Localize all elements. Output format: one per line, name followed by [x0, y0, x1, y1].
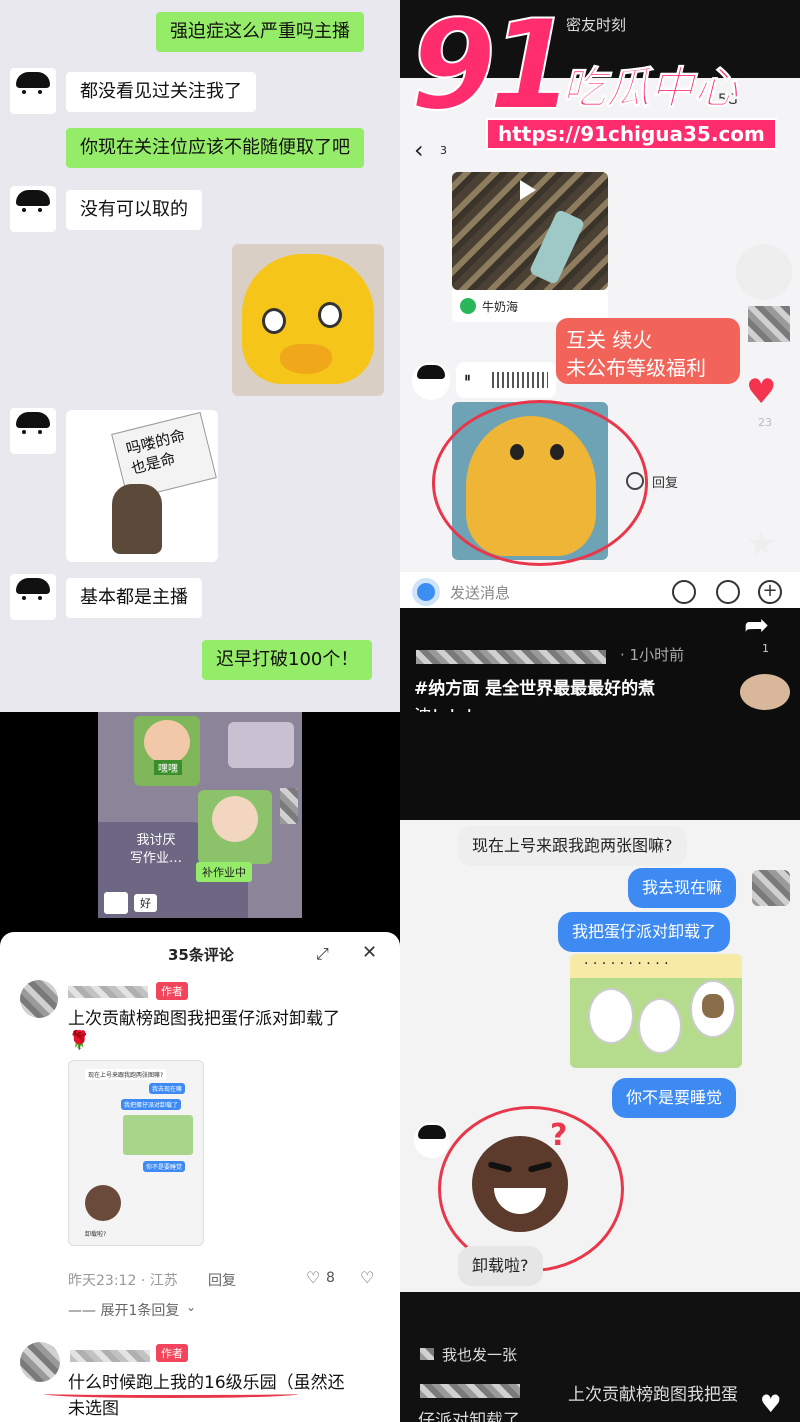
author-badge: 作者 — [156, 982, 188, 1000]
back-arrow-icon[interactable]: ‹ — [414, 136, 424, 164]
message-bubble: 都没看见过关注我了 — [66, 72, 256, 112]
sticker-label-3: 补作业中 — [196, 862, 252, 882]
avatar[interactable] — [412, 362, 450, 400]
blue-chat-panel: 现在上号来跟我跑两张图嘛? 我去现在嘛 我把蛋仔派对卸载了 · · · · · … — [400, 820, 800, 1292]
avatar[interactable] — [10, 408, 56, 454]
waveform — [492, 372, 548, 388]
like-icon[interactable]: ♡ — [306, 1268, 320, 1287]
pixelated-avatar[interactable] — [748, 306, 790, 342]
reply-button[interactable]: 回复 — [652, 472, 678, 491]
message-bubble: 我去现在嘛 — [628, 868, 737, 908]
post-time: · 1小时前 — [620, 646, 685, 664]
top-title[interactable]: 密友时刻 — [566, 14, 626, 35]
footer-caption-continued: 仔派对卸载了 — [418, 1411, 520, 1422]
avatar[interactable] — [414, 1122, 450, 1158]
expand-icon[interactable]: ⤢ — [316, 944, 329, 964]
comment-meta: 昨天23:12 · 江苏 — [68, 1273, 178, 1289]
unread-count: 3 — [440, 144, 447, 157]
emoji-icon[interactable] — [716, 580, 740, 604]
comment-text-continued: 未选图 — [68, 1399, 119, 1419]
comment-text: 上次贡献榜跑图我把蛋仔派对卸载了 — [68, 1009, 340, 1029]
avatar[interactable] — [10, 186, 56, 232]
dark-footer-panel: 我也发一张 上次贡献榜跑图我把蛋 仔派对卸载了 ♥ — [400, 1292, 800, 1422]
expand-replies-button[interactable]: —— 展开1条回复 — [68, 1300, 179, 1320]
avatar[interactable] — [10, 68, 56, 114]
blurred-username — [420, 1348, 434, 1360]
pause-icon[interactable]: ⏸ — [464, 370, 471, 386]
plus-icon[interactable]: + — [758, 580, 782, 604]
footer-caption: 上次贡献榜跑图我把蛋 — [568, 1385, 738, 1405]
reaction-icon[interactable] — [626, 472, 644, 490]
blurred-username — [70, 1350, 150, 1362]
comments-sheet: 35条评论 ⤢ ✕ 作者 上次贡献榜跑图我把蛋仔派对卸载了 🌹 现在上号来跟我跑… — [0, 932, 400, 1422]
location-pin-icon — [460, 298, 476, 314]
red-bubble-line1: 互关 续火 — [566, 328, 653, 352]
red-circle-annotation — [432, 400, 648, 566]
camera-icon[interactable] — [412, 578, 440, 606]
close-icon[interactable]: ✕ — [362, 942, 377, 963]
blurred-username — [420, 1384, 520, 1398]
author-avatar[interactable] — [740, 674, 790, 710]
watermark-brand: 吃瓜中心 — [562, 63, 739, 115]
red-bubble-line2: 未公布等级福利 — [566, 356, 706, 380]
star-icon[interactable]: ★ — [746, 524, 776, 564]
message-bubble: 你不是要睡觉 — [612, 1078, 737, 1118]
pixelated-avatar[interactable] — [752, 870, 790, 906]
blurred-username — [416, 650, 606, 664]
footer-message: 我也发一张 — [442, 1346, 518, 1364]
location-tag[interactable]: 牛奶海 — [482, 298, 518, 315]
commenter-avatar[interactable] — [20, 980, 58, 1018]
like-count: 8 — [326, 1270, 335, 1286]
message-bubble: 现在上号来跟我跑两张图嘛? — [458, 826, 687, 866]
like-count: 23 — [758, 416, 772, 429]
sticker-collage-panel: 嘿嘿 我讨厌 写作业… 补作业中 好 — [0, 712, 400, 932]
rose-icon: 🌹 — [68, 1030, 91, 1051]
share-icon[interactable]: ➦ — [744, 608, 769, 643]
post-caption-continued: 波！！！ — [414, 702, 482, 712]
post-caption: #纳方面 是全世界最最最好的煮 — [414, 679, 656, 699]
video-caption-panel: ➦ 1 · 1小时前 #纳方面 是全世界最最最好的煮 波！！！ — [400, 608, 800, 820]
wechat-chat-panel: 强迫症这么严重吗主播 都没看见过关注我了 你现在关注位应该不能随便取了吧 没有可… — [0, 0, 400, 712]
message-bubble: 迟早打破100个！ — [202, 640, 373, 680]
play-icon[interactable] — [520, 180, 536, 200]
sticker-label-4: 好 — [134, 894, 157, 912]
watermark-url: https://91chigua35.com — [486, 118, 777, 150]
monkey-sign-sticker[interactable]: 吗喽的命 也是命 — [66, 410, 218, 562]
commenter-avatar[interactable] — [20, 1342, 60, 1382]
white-balloon-icon — [736, 244, 792, 300]
avatar[interactable] — [10, 574, 56, 620]
blurred-username — [68, 986, 148, 998]
heart-icon[interactable]: ♥ — [760, 1390, 782, 1418]
pixelated-avatar — [280, 788, 298, 824]
chevron-down-icon[interactable]: ⌄ — [186, 1300, 196, 1314]
message-bubble: 没有可以取的 — [66, 190, 202, 230]
dislike-icon[interactable]: ♡ — [360, 1268, 374, 1287]
message-bubble: 卸载啦? — [458, 1246, 543, 1286]
sticker-label-2: 我讨厌 写作业… — [130, 833, 183, 866]
voice-icon[interactable] — [672, 580, 696, 604]
message-bubble: 强迫症这么严重吗主播 — [156, 12, 364, 52]
comments-title: 35条评论 — [168, 946, 234, 964]
sticker-label-1: 嘿嘿 — [154, 760, 182, 775]
message-bubble: 你现在关注位应该不能随便取了吧 — [66, 128, 364, 168]
message-input[interactable]: 发送消息 — [450, 582, 510, 603]
heart-icon[interactable]: ♥ — [746, 372, 776, 412]
duck-sticker[interactable] — [232, 244, 384, 396]
video-card[interactable] — [452, 172, 608, 290]
message-bubble: 基本都是主播 — [66, 578, 202, 618]
message-bubble: 我把蛋仔派对卸载了 — [558, 912, 731, 952]
author-badge: 作者 — [156, 1344, 188, 1362]
reply-button[interactable]: 回复 — [208, 1270, 236, 1290]
comment-image-thumbnail[interactable]: 现在上号来跟我跑两张图嘛? 我去现在嘛 我把蛋仔派对卸载了 你不是要睡觉 卸载啦… — [68, 1060, 204, 1246]
sheep-image[interactable]: · · · · · · · · · · — [570, 954, 742, 1068]
share-count: 1 — [762, 642, 769, 655]
